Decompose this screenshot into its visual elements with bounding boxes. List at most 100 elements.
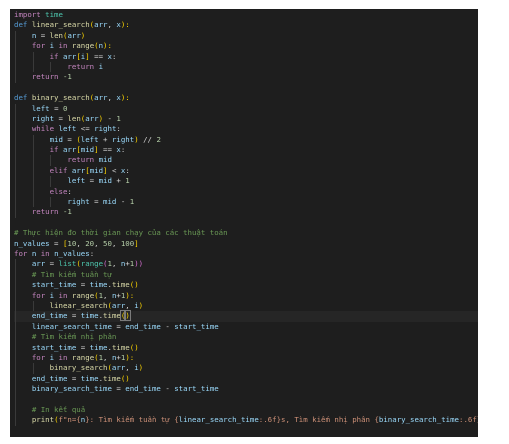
indent-guide: [15, 176, 16, 187]
code-line[interactable]: def binary_search(arr, x):: [14, 93, 478, 103]
code-line[interactable]: import time: [14, 10, 478, 20]
code-line[interactable]: # Tìm kiếm tuần tự: [14, 269, 478, 281]
token: mid: [98, 176, 112, 186]
code-line[interactable]: n = len(arr): [14, 30, 478, 42]
token: 100: [120, 238, 135, 248]
code-line[interactable]: while left <= right:: [14, 124, 478, 135]
token: n_values: [54, 248, 90, 258]
token: end_time: [31, 311, 68, 321]
indent-guide: [32, 165, 34, 177]
code-line[interactable]: return i: [14, 61, 478, 73]
code-line-current[interactable]: end_time = time.time(): [14, 310, 478, 322]
code-line[interactable]: else:: [14, 186, 478, 198]
indent-guide: [15, 363, 16, 374]
code-line[interactable]: if arr[mid] == x:: [14, 145, 478, 156]
code-line[interactable]: left = 0: [14, 103, 478, 114]
code-line[interactable]: for i in range(n):: [14, 41, 478, 52]
token: range: [80, 259, 104, 269]
code-line[interactable]: arr = list(range(1, n+1)): [14, 259, 478, 270]
indent-guide: [15, 72, 16, 83]
token: (): [129, 280, 139, 290]
code-line[interactable]: return mid: [14, 155, 478, 166]
code-line[interactable]: # Tìm kiếm nhị phân: [14, 332, 478, 343]
token: -: [160, 321, 175, 331]
indent-guide: [15, 321, 16, 333]
code-line[interactable]: linear_search_time = end_time - start_ti…: [14, 321, 478, 333]
token: =: [89, 197, 104, 207]
token: for: [14, 248, 28, 258]
token: range: [71, 41, 95, 51]
token: return: [67, 155, 95, 165]
token: start_time: [174, 384, 219, 394]
token: import: [14, 10, 41, 19]
code-line[interactable]: [14, 394, 478, 405]
token: mid: [98, 155, 112, 165]
token: i: [98, 61, 104, 71]
code-line[interactable]: return -1: [14, 207, 478, 218]
code-line[interactable]: right = len(arr) - 1: [14, 113, 478, 125]
token: :.6f}s, Tìm kiếm nhị phân {: [258, 415, 379, 425]
token: len: [67, 113, 81, 123]
indent-guide: [15, 311, 16, 322]
token: 2: [156, 134, 161, 144]
token: left: [80, 134, 99, 144]
indent-guide: [15, 394, 16, 405]
token: ,: [111, 259, 121, 269]
token: range: [71, 290, 95, 300]
bracket-match: ): [124, 310, 131, 322]
code-line[interactable]: # Thực hiện đo thời gian chạy của các th…: [14, 228, 478, 238]
token: //: [138, 134, 157, 144]
code-line[interactable]: print(f"n={n}: Tìm kiếm tuần tự {linear_…: [14, 415, 478, 426]
token: ):: [120, 93, 130, 103]
code-line[interactable]: n_values = [10, 20, 50, 100]: [14, 239, 478, 249]
code-line[interactable]: def linear_search(arr, x):: [14, 20, 478, 30]
indent-guide: [15, 352, 16, 364]
token: def: [14, 20, 28, 30]
token: -: [103, 113, 117, 123]
code-line[interactable]: for n in n_values:: [14, 249, 478, 259]
code-line[interactable]: left = mid + 1: [14, 176, 478, 187]
indent-guide: [15, 384, 16, 395]
token: binary_search_time: [378, 415, 459, 425]
token: def: [14, 93, 28, 103]
code-line[interactable]: [14, 83, 478, 93]
code-line[interactable]: binary_search_time = end_time - start_ti…: [14, 384, 478, 395]
code-line[interactable]: right = mid - 1: [14, 197, 478, 208]
token: ==: [89, 51, 108, 61]
code-line[interactable]: for i in range(1, n+1):: [14, 290, 478, 301]
code-line[interactable]: linear_search(arr, i): [14, 300, 478, 312]
code-area[interactable]: import time def linear_search(arr, x): n…: [14, 10, 478, 426]
token: end_time: [31, 373, 68, 383]
code-line[interactable]: if arr[i] == x:: [14, 51, 478, 62]
token: start_time: [31, 342, 77, 352]
token: :: [111, 51, 117, 61]
code-line[interactable]: start_time = time.time(): [14, 342, 478, 353]
indent-guide: [15, 165, 16, 177]
code-line[interactable]: end_time = time.time(): [14, 373, 478, 385]
code-line[interactable]: for i in range(1, n+1):: [14, 352, 478, 364]
token: # Tìm kiếm tuần tự: [31, 269, 112, 279]
code-editor[interactable]: import time def linear_search(arr, x): n…: [10, 9, 478, 437]
token: 0: [62, 103, 68, 113]
token: =: [49, 238, 63, 248]
code-line[interactable]: return -1: [14, 72, 478, 83]
code-line[interactable]: start_time = time.time(): [14, 280, 478, 291]
indent-guide: [32, 176, 34, 187]
code-line[interactable]: [14, 218, 478, 228]
code-line[interactable]: mid = (left + right) // 2: [14, 134, 478, 146]
code-line[interactable]: elif arr[mid] < x:: [14, 165, 478, 177]
code-line[interactable]: # In kết quả: [14, 404, 478, 416]
token: ,: [125, 300, 135, 310]
indent-guide: [32, 134, 34, 146]
indent-guide: [15, 300, 16, 312]
code-line[interactable]: binary_search(arr, i): [14, 363, 478, 374]
